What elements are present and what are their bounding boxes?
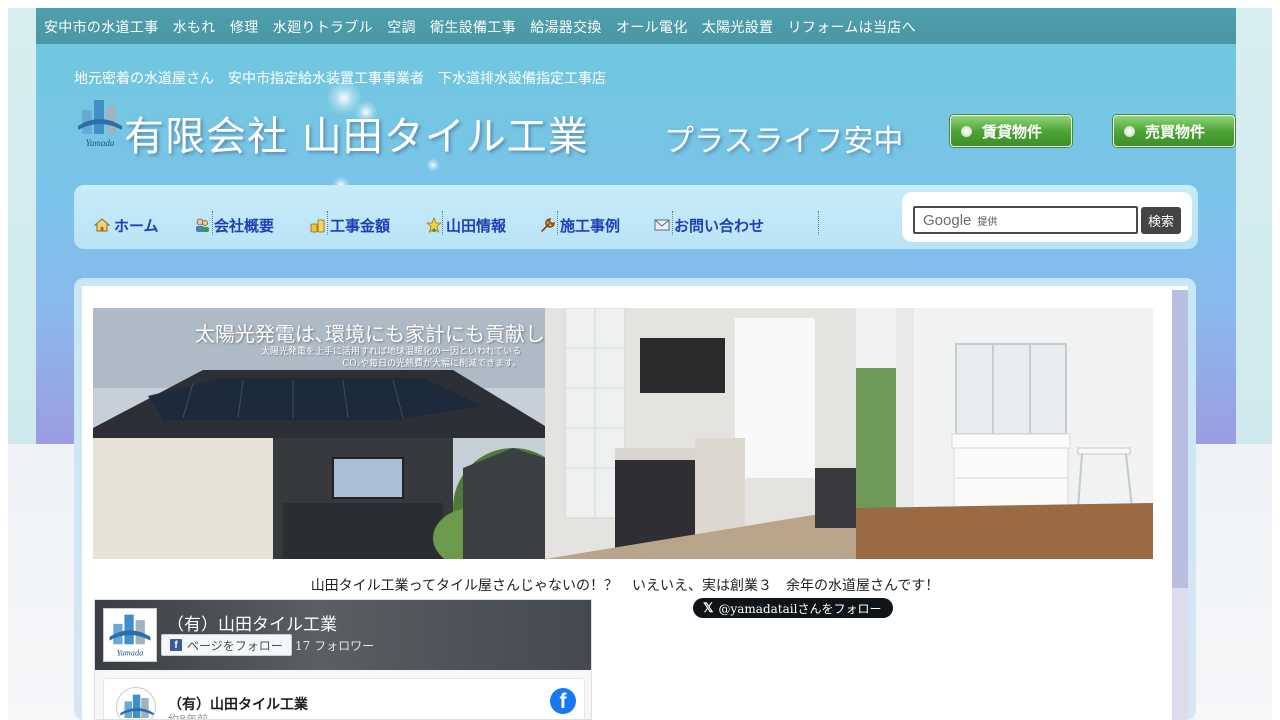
x-follow-button[interactable]: 𝕏 @yamadatailさんをフォロー	[693, 598, 894, 618]
nav-divider	[818, 211, 819, 235]
kitchen-illustration	[545, 308, 856, 559]
solar-house-photo: 太陽光発電は､環境にも家計にも貢献します｡ 太陽光発電を上手に活用すれば地球温暖…	[93, 308, 595, 559]
banner-title: 太陽光発電は､環境にも家計にも貢献します｡	[195, 322, 595, 346]
facebook-logo-icon[interactable]: f	[550, 688, 576, 714]
nav-item-price[interactable]: 工事金額	[310, 213, 390, 237]
star-icon	[426, 217, 442, 233]
x-follow-label: @yamadatailさんをフォロー	[718, 601, 882, 616]
nav-item-news[interactable]: 山田情報	[426, 213, 506, 237]
nav-label-news: 山田情報	[446, 216, 507, 235]
logo-icon: Yamada	[78, 100, 122, 148]
google-label: Google	[923, 211, 972, 229]
kitchen-photo	[545, 308, 856, 559]
brand-name: プラスライフ安中	[664, 124, 904, 159]
search-input[interactable]: Google 提供	[913, 206, 1138, 234]
facebook-follower-count: 17 フォロワー	[295, 639, 375, 653]
rental-property-button[interactable]: 賃貸物件	[950, 115, 1072, 147]
banner-subtext-line: CO₂や毎日の光熱費が大幅に削減できます。	[342, 359, 522, 369]
scrollbar-thumb[interactable]	[1172, 290, 1188, 588]
home-icon	[94, 217, 110, 233]
logo-icon: Yamada	[109, 614, 151, 657]
coins-icon	[310, 217, 326, 233]
keyword-strip-text: 安中市の水道工事 水もれ 修理 水廻りトラブル 空調 衛生設備工事 給湯器交換 …	[44, 20, 916, 36]
nav-item-company[interactable]: 会社概要	[194, 213, 274, 237]
sale-property-label: 売買物件	[1145, 122, 1206, 141]
banner-subtext: 太陽光発電を上手に活用すれば地球温暖化の一因といわれている CO₂や毎日の光熱費…	[261, 346, 521, 370]
nav-item-home[interactable]: ホーム	[94, 213, 159, 237]
people-icon	[194, 217, 210, 233]
bathroom-vanity-photo	[856, 308, 1153, 559]
facebook-post[interactable]: （有）山田タイル工業 約8年前 f	[103, 678, 585, 719]
wrench-icon	[540, 217, 556, 233]
nav-label-price: 工事金額	[330, 216, 391, 235]
site-search: Google 提供 検索	[902, 192, 1192, 242]
button-dot-icon	[961, 125, 972, 137]
svg-text:Yamada: Yamada	[86, 138, 115, 148]
search-button[interactable]: 検索	[1141, 207, 1181, 234]
x-logo-icon: 𝕏	[703, 600, 714, 615]
facebook-page-name[interactable]: （有）山田タイル工業	[167, 610, 337, 635]
nav-item-works[interactable]: 施工事例	[540, 213, 620, 237]
nav-label-company: 会社概要	[214, 216, 275, 235]
mail-icon	[654, 217, 670, 233]
facebook-post-avatar[interactable]	[116, 687, 156, 719]
banner-subtext-line: 太陽光発電を上手に活用すれば地球温暖化の一因といわれている	[261, 347, 522, 357]
nav-label-home: ホーム	[114, 216, 159, 235]
rental-property-label: 賃貸物件	[982, 122, 1043, 141]
button-dot-icon	[1124, 125, 1135, 137]
facebook-post-time[interactable]: 約8年前	[168, 711, 208, 719]
intro-tagline: 山田タイル工業ってタイル屋さんじゃないの！？ いえいえ、実は創業３ 余年の水道屋…	[310, 578, 940, 594]
hero-banner[interactable]: 太陽光発電は､環境にも家計にも貢献します｡ 太陽光発電を上手に活用すれば地球温暖…	[93, 308, 1153, 559]
facebook-follow-label: ページをフォロー	[187, 638, 283, 653]
sale-property-button[interactable]: 売買物件	[1113, 115, 1235, 147]
facebook-f-icon: f	[170, 639, 182, 651]
nav-label-works: 施工事例	[560, 216, 621, 235]
company-name: 有限会社 山田タイル工業	[124, 114, 589, 160]
vanity-illustration	[856, 308, 1153, 559]
logo-icon	[120, 694, 154, 718]
top-keyword-strip: 安中市の水道工事 水もれ 修理 水廻りトラブル 空調 衛生設備工事 給湯器交換 …	[36, 8, 1236, 44]
company-logo[interactable]: Yamada	[76, 96, 124, 152]
nav-label-contact: お問い合わせ	[674, 216, 765, 235]
header-subtitle: 地元密着の水道屋さん 安中市指定給水装置工事事業者 下水道排水設備指定工事店	[74, 71, 606, 87]
facebook-follow-button[interactable]: f ページをフォロー	[161, 634, 292, 656]
provided-label: 提供	[977, 216, 998, 228]
facebook-page-avatar[interactable]: Yamada	[103, 608, 157, 662]
nav-item-contact[interactable]: お問い合わせ	[654, 213, 764, 237]
facebook-page-widget[interactable]: Yamada （有）山田タイル工業 f ページをフォロー 17 フォロワー （有…	[94, 599, 592, 720]
svg-text:Yamada: Yamada	[117, 648, 144, 657]
